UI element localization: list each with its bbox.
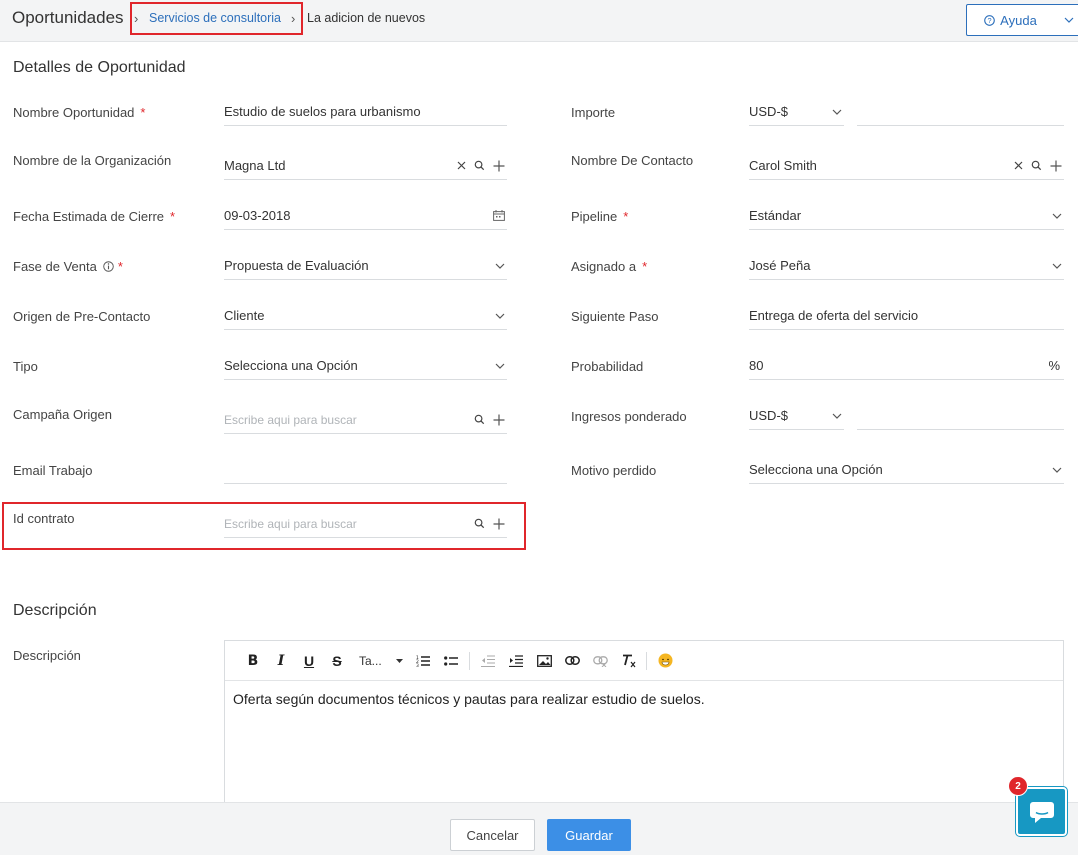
sales-stage-select[interactable]: Propuesta de Evaluación (224, 252, 507, 280)
cancel-button[interactable]: Cancelar (450, 819, 535, 851)
label-amount: Importe (571, 105, 616, 120)
label-assigned-to: Asignado a * (571, 259, 648, 274)
label-next-step: Siguiente Paso (571, 309, 659, 324)
editor-content[interactable]: Oferta según documentos técnicos y pauta… (225, 681, 1063, 717)
toolbar-divider (469, 651, 470, 670)
chevron-down-icon (495, 263, 505, 269)
weighted-revenue-input[interactable] (857, 402, 1064, 430)
amount-input[interactable] (857, 98, 1064, 126)
label-sales-stage: Fase de Venta * (13, 259, 123, 275)
section-title-details: Detalles de Oportunidad (13, 59, 186, 76)
contact-input[interactable]: Carol Smith (749, 152, 1064, 180)
breadcrumb-highlight (130, 2, 303, 35)
unlink-icon[interactable] (586, 649, 614, 673)
contract-id-input[interactable]: Escribe aqui para buscar (224, 510, 507, 538)
pipeline-select[interactable]: Estándar (749, 202, 1064, 230)
chevron-down-icon (495, 363, 505, 369)
weighted-currency-select[interactable]: USD-$ (749, 402, 844, 430)
assigned-to-select[interactable]: José Peña (749, 252, 1064, 280)
label-organization: Nombre de la Organización (13, 153, 172, 168)
font-select-label: Ta... (359, 653, 382, 668)
breadcrumb-root[interactable]: Oportunidades (12, 8, 124, 28)
clear-icon[interactable] (1014, 161, 1023, 170)
amount-currency-select[interactable]: USD-$ (749, 98, 844, 126)
svg-text:?: ? (988, 16, 992, 25)
numbered-list-icon[interactable]: 123 (409, 649, 437, 673)
link-icon[interactable] (558, 649, 586, 673)
chevron-down-icon (1052, 213, 1062, 219)
label-probability: Probabilidad (571, 359, 644, 374)
label-contract-id: Id contrato (13, 511, 75, 526)
underline-icon[interactable]: U (295, 649, 323, 673)
notification-badge: 2 (1008, 776, 1028, 796)
rich-text-editor[interactable]: B I U S Ta... 123 Oferta según documento… (224, 640, 1064, 810)
label-lost-reason: Motivo perdido (571, 463, 657, 478)
caret-down-icon (395, 658, 403, 663)
add-icon[interactable] (1050, 160, 1062, 172)
percent-unit: % (1048, 358, 1060, 373)
chat-widget-button[interactable] (1016, 787, 1067, 836)
add-icon[interactable] (493, 160, 505, 172)
svg-text:3: 3 (416, 663, 419, 667)
chevron-down-icon (1064, 17, 1073, 23)
strikethrough-icon[interactable]: S (323, 649, 351, 673)
calendar-icon[interactable] (493, 210, 505, 221)
clear-icon[interactable] (457, 161, 466, 170)
add-icon[interactable] (493, 518, 505, 530)
search-icon[interactable] (1031, 160, 1042, 171)
chevron-down-icon (1052, 467, 1062, 473)
indent-icon[interactable] (502, 649, 530, 673)
help-label: Ayuda (1000, 12, 1037, 28)
label-pipeline: Pipeline * (571, 209, 629, 224)
work-email-input[interactable] (224, 456, 507, 484)
label-opportunity-name: Nombre Oportunidad * (13, 105, 146, 120)
help-button[interactable]: ? Ayuda (966, 4, 1055, 36)
close-date-input[interactable]: 09-03-2018 (224, 202, 507, 230)
footer-bar: Cancelar Guardar (0, 802, 1078, 855)
font-select[interactable]: Ta... (351, 654, 409, 668)
next-step-input[interactable]: Entrega de oferta del servicio (749, 302, 1064, 330)
lead-source-select[interactable]: Cliente (224, 302, 507, 330)
italic-icon[interactable]: I (267, 649, 295, 673)
section-title-description: Descripción (13, 602, 97, 619)
chevron-down-icon (832, 109, 842, 115)
search-icon[interactable] (474, 518, 485, 529)
label-contact: Nombre De Contacto (571, 153, 694, 168)
help-dropdown-button[interactable] (1054, 4, 1078, 36)
outdent-icon[interactable] (474, 649, 502, 673)
lost-reason-select[interactable]: Selecciona una Opción (749, 456, 1064, 484)
search-icon[interactable] (474, 414, 485, 425)
breadcrumb-current: La adicion de nuevos (307, 11, 426, 25)
emoji-icon[interactable] (651, 649, 679, 673)
label-work-email: Email Trabajo (13, 463, 93, 478)
label-lead-source: Origen de Pre-Contacto (13, 309, 151, 324)
toolbar-divider (646, 651, 647, 670)
label-description: Descripción (13, 648, 81, 663)
chat-bubble-icon (1029, 801, 1054, 823)
save-button[interactable]: Guardar (547, 819, 631, 851)
campaign-input[interactable]: Escribe aqui para buscar (224, 406, 507, 434)
editor-toolbar: B I U S Ta... 123 (225, 641, 1063, 681)
bullet-list-icon[interactable] (437, 649, 465, 673)
label-type: Tipo (13, 359, 38, 374)
label-weighted-revenue: Ingresos ponderado (571, 409, 687, 424)
type-select[interactable]: Selecciona una Opción (224, 352, 507, 380)
probability-input[interactable]: 80 % (749, 352, 1064, 380)
bold-icon[interactable]: B (239, 649, 267, 673)
add-icon[interactable] (493, 414, 505, 426)
opportunity-name-input[interactable]: Estudio de suelos para urbanismo (224, 98, 507, 126)
chevron-down-icon (495, 313, 505, 319)
chevron-down-icon (1052, 263, 1062, 269)
label-close-date: Fecha Estimada de Cierre * (13, 209, 176, 224)
search-icon[interactable] (474, 160, 485, 171)
organization-input[interactable]: Magna Ltd (224, 152, 507, 180)
image-icon[interactable] (530, 649, 558, 673)
label-campaign: Campaña Origen (13, 407, 112, 422)
clear-format-icon[interactable] (614, 649, 642, 673)
info-icon[interactable] (103, 260, 114, 275)
help-circle-icon: ? (984, 14, 995, 26)
chevron-down-icon (832, 413, 842, 419)
